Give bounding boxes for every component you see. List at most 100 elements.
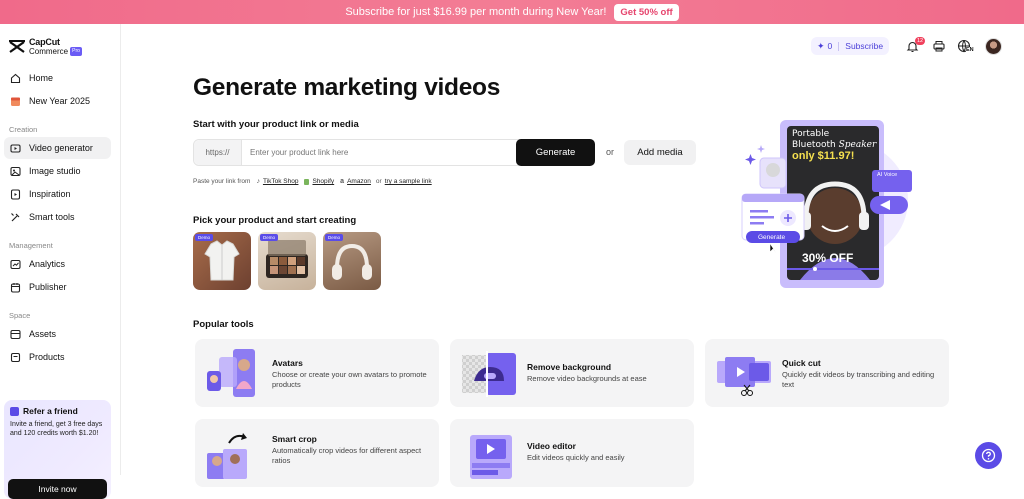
demo-product-headphones[interactable]: Demo (323, 232, 381, 290)
section-management: Management (9, 241, 53, 250)
get-discount-button[interactable]: Get 50% off (614, 3, 679, 21)
tools-icon (10, 212, 21, 223)
hero-line1: Portable (792, 129, 830, 139)
demo-badge: Demo (195, 234, 214, 241)
section-creation: Creation (9, 125, 38, 134)
tiktok-shop-link[interactable]: TikTok Shop (263, 178, 299, 185)
subscribe-link[interactable]: Subscribe (845, 41, 883, 51)
language-button[interactable]: EN (957, 39, 977, 55)
pick-product-heading: Pick your product and start creating (193, 215, 357, 226)
logo-line2: Commerce (29, 47, 69, 56)
sample-link[interactable]: try a sample link (385, 178, 432, 185)
tool-description: Choose or create your own avatars to pro… (272, 370, 427, 389)
paste-or: or (375, 178, 382, 185)
sidebar-item-label: New Year 2025 (29, 96, 91, 106)
demo-badge: Demo (260, 234, 279, 241)
popular-tools-heading: Popular tools (193, 319, 254, 330)
gift-icon (10, 406, 19, 416)
sidebar-item-image-studio[interactable]: Image studio (4, 160, 111, 182)
start-heading: Start with your product link or media (193, 119, 359, 130)
tool-card-remove-background[interactable]: Remove background Remove video backgroun… (450, 339, 694, 407)
section-space: Space (9, 311, 31, 320)
refer-description: Invite a friend, get 3 free days and 120… (10, 421, 103, 437)
shopify-icon (304, 178, 310, 185)
invite-now-button[interactable]: Invite now (8, 479, 107, 499)
capcut-logo-icon (9, 40, 25, 54)
language-code: EN (966, 47, 974, 53)
avatar[interactable] (985, 38, 1002, 55)
refer-a-friend-card: Refer a friend Invite a friend, get 3 fr… (4, 400, 111, 499)
video-icon (10, 143, 21, 154)
sidebar-item-label: Products (29, 352, 65, 362)
sidebar-item-label: Image studio (29, 166, 81, 176)
sidebar-item-video-generator[interactable]: Video generator (4, 137, 111, 159)
capcut-commerce-logo[interactable]: CapCut Commerce Pro (9, 37, 82, 57)
video-editor-thumbnail (470, 435, 512, 479)
avatars-thumbnail (207, 349, 255, 397)
credits-count: 0 (827, 41, 833, 51)
tool-title: Quick cut (782, 358, 821, 368)
amazon-icon: a (340, 178, 345, 185)
demo-product-shirt[interactable]: Demo (193, 232, 251, 290)
sidebar-item-smart-tools[interactable]: Smart tools (4, 206, 111, 228)
hero-line2-text: Bluetooth (792, 140, 836, 150)
tool-card-video-editor[interactable]: Video editor Edit videos quickly and eas… (450, 419, 694, 487)
sidebar-item-home[interactable]: Home (4, 67, 111, 89)
tool-card-smart-crop[interactable]: Smart crop Automatically crop videos for… (195, 419, 439, 487)
products-icon (10, 352, 21, 363)
credits-icon: ✦ (817, 40, 825, 51)
assets-icon (10, 329, 21, 340)
quick-cut-thumbnail (717, 357, 771, 396)
sidebar-item-analytics[interactable]: Analytics (4, 253, 111, 275)
sidebar-item-publisher[interactable]: Publisher (4, 276, 111, 298)
tool-title: Video editor (527, 441, 576, 451)
smart-crop-thumbnail (207, 433, 247, 479)
calendar-icon (10, 282, 21, 293)
hero-illustration: Portable Bluetooth Speaker only $11.97! … (740, 118, 920, 294)
pro-badge: Pro (70, 47, 82, 57)
sidebar-item-products[interactable]: Products (4, 346, 111, 368)
demo-badge: Demo (325, 234, 344, 241)
question-icon (981, 448, 996, 463)
home-icon (10, 73, 21, 84)
analytics-icon (10, 259, 21, 270)
new-year-icon (10, 96, 21, 107)
product-link-input[interactable] (242, 148, 516, 157)
sidebar-item-inspiration[interactable]: Inspiration (4, 183, 111, 205)
product-link-box: https:// Generate (193, 139, 595, 166)
tool-card-quick-cut[interactable]: Quick cut Quickly edit videos by transcr… (705, 339, 949, 407)
or-separator: or (606, 147, 615, 157)
banner-text: Subscribe for just $16.99 per month duri… (345, 6, 607, 18)
tool-description: Edit videos quickly and easily (527, 453, 625, 462)
logo-line1: CapCut (29, 37, 60, 47)
hero-line2-italic: Speaker (838, 140, 877, 150)
sidebar-item-new-year[interactable]: New Year 2025 (4, 90, 111, 112)
tool-card-avatars[interactable]: Avatars Choose or create your own avatar… (195, 339, 439, 407)
printer-button[interactable] (933, 40, 945, 58)
amazon-link[interactable]: Amazon (347, 178, 371, 185)
sidebar-item-label: Smart tools (29, 212, 75, 222)
shopify-link[interactable]: Shopify (312, 178, 334, 185)
hero-price: only $11.97! (792, 150, 855, 162)
sidebar-item-label: Analytics (29, 259, 66, 269)
paste-prefix: Paste your link from (193, 178, 251, 185)
hero-discount: 30% OFF (802, 251, 854, 265)
refer-title: Refer a friend (23, 406, 78, 416)
page-title: Generate marketing videos (193, 74, 501, 101)
tool-title: Smart crop (272, 434, 317, 444)
image-icon (10, 166, 21, 177)
promo-banner: Subscribe for just $16.99 per month duri… (0, 0, 1024, 24)
hero-line2: Bluetooth Speaker (792, 140, 876, 150)
tiktok-icon: ♪ (256, 178, 260, 185)
print-icon (933, 41, 945, 52)
sidebar-item-label: Assets (29, 329, 57, 339)
help-button[interactable] (975, 442, 1002, 469)
generate-button[interactable]: Generate (516, 139, 595, 166)
add-media-button[interactable]: Add media (624, 140, 696, 165)
demo-product-palette[interactable]: Demo (258, 232, 316, 290)
sidebar-item-label: Inspiration (29, 189, 71, 199)
notifications-button[interactable]: 12 (906, 37, 926, 54)
sidebar-item-assets[interactable]: Assets (4, 323, 111, 345)
credits-subscribe-pill[interactable]: ✦ 0 Subscribe (811, 37, 890, 55)
notification-count: 12 (915, 37, 926, 45)
